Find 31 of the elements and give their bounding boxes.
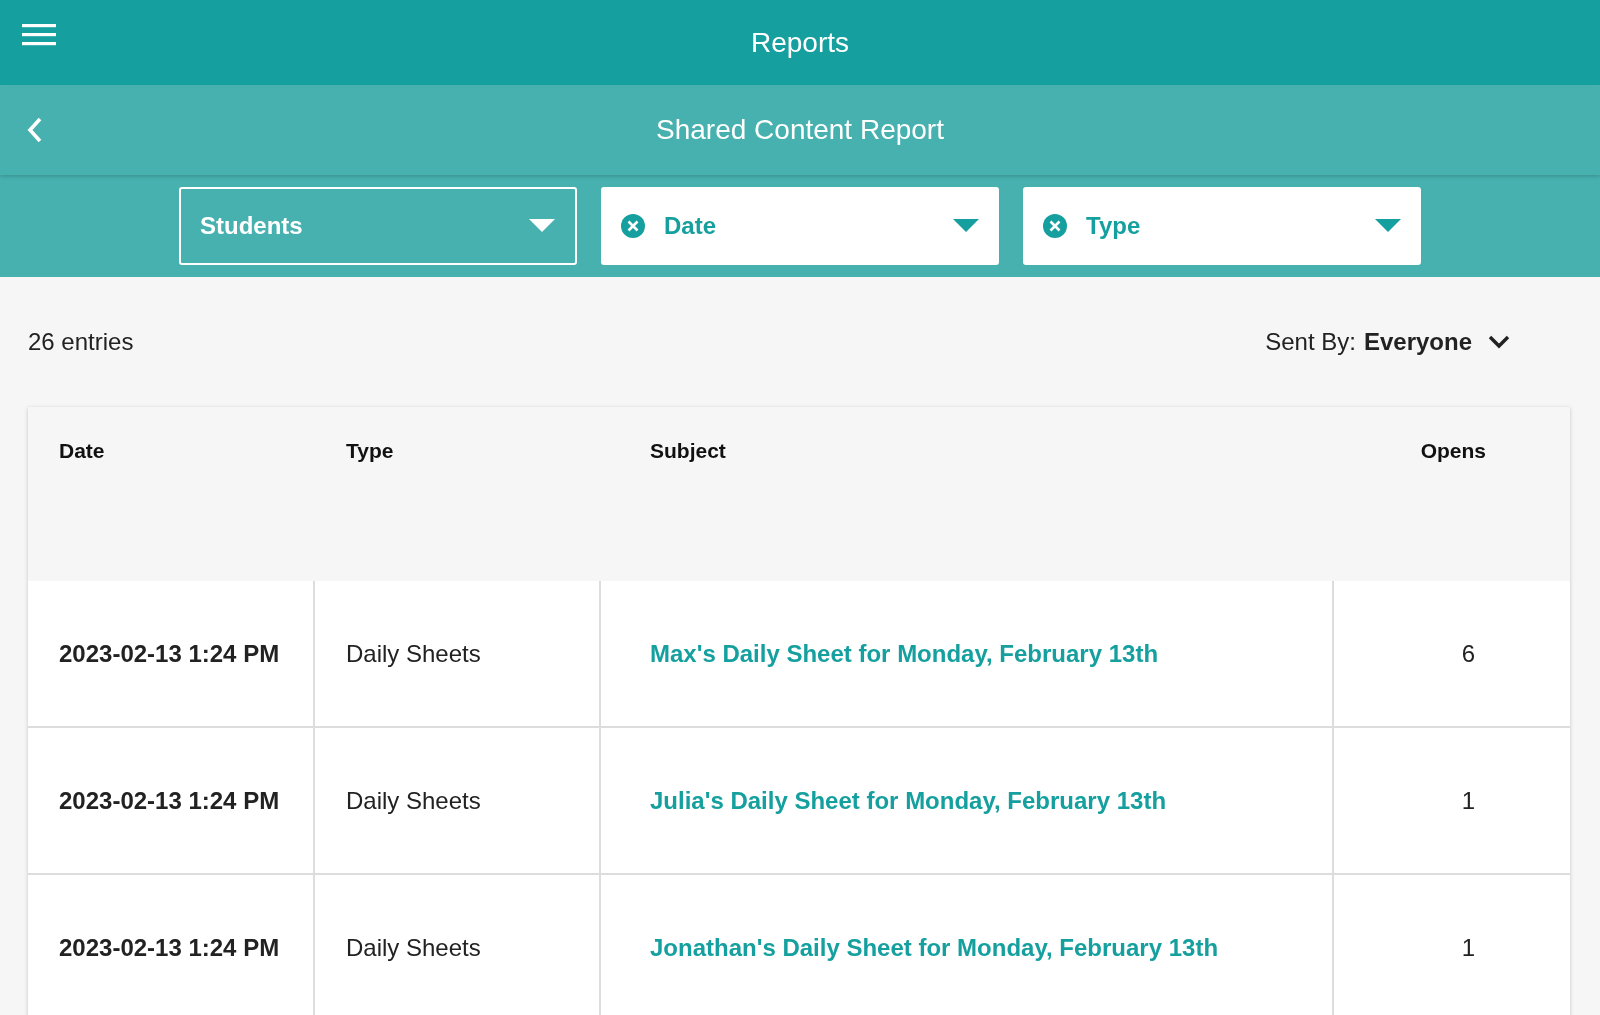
- table-cell: Daily Sheets: [315, 581, 601, 726]
- entries-count: 26 entries: [28, 328, 134, 356]
- table-cell: 2023-02-13 1:24 PM: [28, 728, 315, 873]
- clear-icon[interactable]: [620, 213, 646, 239]
- chevron-icon: [1488, 335, 1510, 349]
- column-header: Opens: [1419, 438, 1487, 464]
- table-cell-text: 1: [1460, 932, 1476, 963]
- filter-dropdown[interactable]: Type: [1023, 187, 1421, 265]
- sent-by-dropdown[interactable]: Sent By: Everyone: [1265, 328, 1510, 356]
- column-header: Date: [58, 438, 106, 464]
- caret-icon: [953, 219, 979, 233]
- subject-link[interactable]: Jonathan's Daily Sheet for Monday, February 13th: [650, 933, 1219, 962]
- subject-link[interactable]: Julia's Daily Sheet for Monday, February 13th: [650, 786, 1167, 815]
- clear-icon[interactable]: [1042, 213, 1068, 239]
- table-cell-text: 1: [1460, 785, 1476, 816]
- app-title: Reports: [750, 26, 849, 59]
- subject-link[interactable]: Max's Daily Sheet for Monday, February 13th: [650, 639, 1159, 668]
- caret-icon: [529, 219, 555, 233]
- column-header: Subject: [649, 438, 727, 464]
- column-header: Type: [345, 438, 395, 464]
- table-cell: 2023-02-13 1:24 PM: [28, 581, 315, 726]
- menu-icon[interactable]: [22, 23, 56, 47]
- back-icon[interactable]: [27, 117, 43, 143]
- filter-dropdown[interactable]: Students: [179, 187, 577, 265]
- table-cell: 2023-02-13 1:24 PM: [28, 875, 315, 1015]
- caret-icon: [1375, 219, 1401, 233]
- table-cell-text: 6: [1460, 638, 1476, 669]
- table-cell: Daily Sheets: [315, 728, 601, 873]
- report-title: Shared Content Report: [656, 114, 944, 146]
- filter-dropdown[interactable]: Date: [601, 187, 999, 265]
- table-cell: Daily Sheets: [315, 875, 601, 1015]
